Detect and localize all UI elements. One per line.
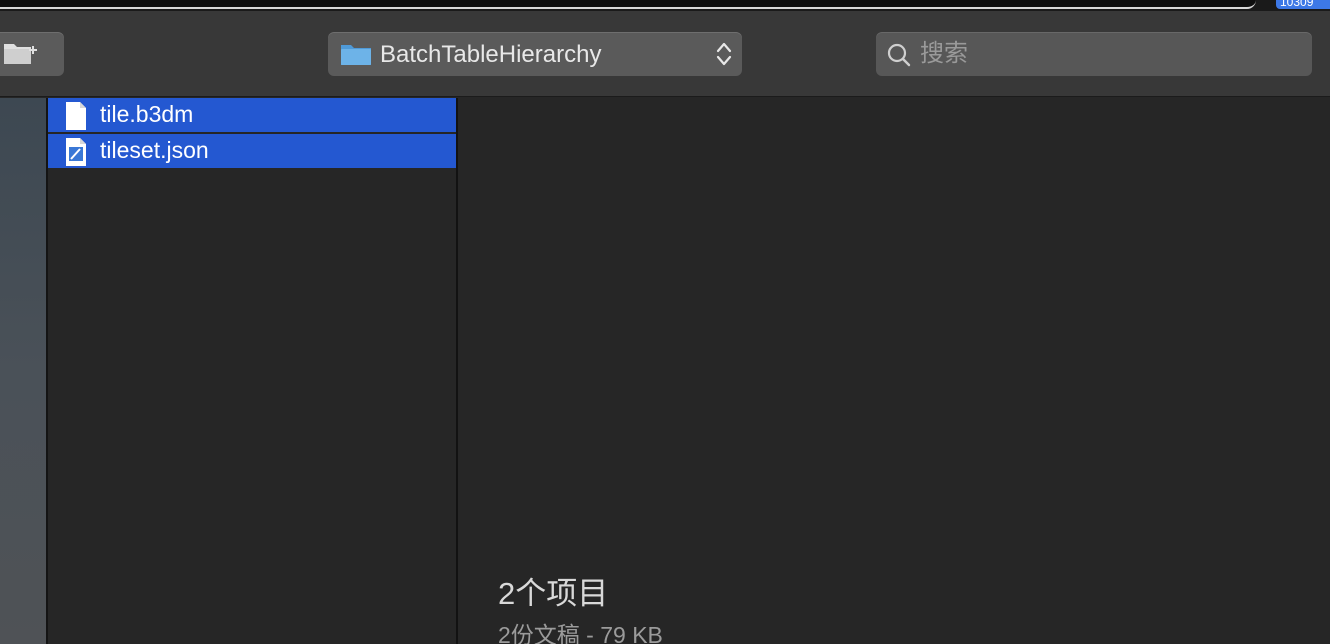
path-label: BatchTableHierarchy xyxy=(380,41,602,68)
toolbar: BatchTableHierarchy xyxy=(0,11,1330,97)
top-strip: 10309 xyxy=(0,0,1330,11)
item-count-title: 2个项目 xyxy=(498,576,609,611)
document-icon xyxy=(66,102,86,130)
search-input[interactable] xyxy=(920,38,1300,70)
file-name: tileset.json xyxy=(100,137,209,163)
path-popup-button[interactable]: BatchTableHierarchy xyxy=(328,32,742,76)
top-badge: 10309 xyxy=(1276,0,1330,9)
file-row-tileset-json[interactable]: tileset.json xyxy=(48,134,456,168)
json-document-icon xyxy=(66,138,86,166)
file-dialog: 10309 BatchTableHierarchy 搜索 tile.b3dm t… xyxy=(0,0,1330,644)
new-folder-icon xyxy=(4,44,37,64)
search-icon xyxy=(887,43,911,67)
folder-icon xyxy=(341,45,371,65)
top-strip-inner xyxy=(0,0,1256,9)
file-row-tile-b3dm[interactable]: tile.b3dm xyxy=(48,98,456,132)
file-column: tile.b3dm tileset.json xyxy=(48,98,456,644)
sidebar xyxy=(0,98,46,644)
search-field[interactable] xyxy=(876,32,1312,76)
preview-pane: 2个项目 2份文稿 - 79 KB xyxy=(458,98,1330,644)
file-name: tile.b3dm xyxy=(100,101,194,127)
new-folder-button[interactable] xyxy=(0,32,64,76)
item-count-subtitle: 2份文稿 - 79 KB xyxy=(498,622,663,644)
chevron-up-down-icon xyxy=(716,42,732,66)
